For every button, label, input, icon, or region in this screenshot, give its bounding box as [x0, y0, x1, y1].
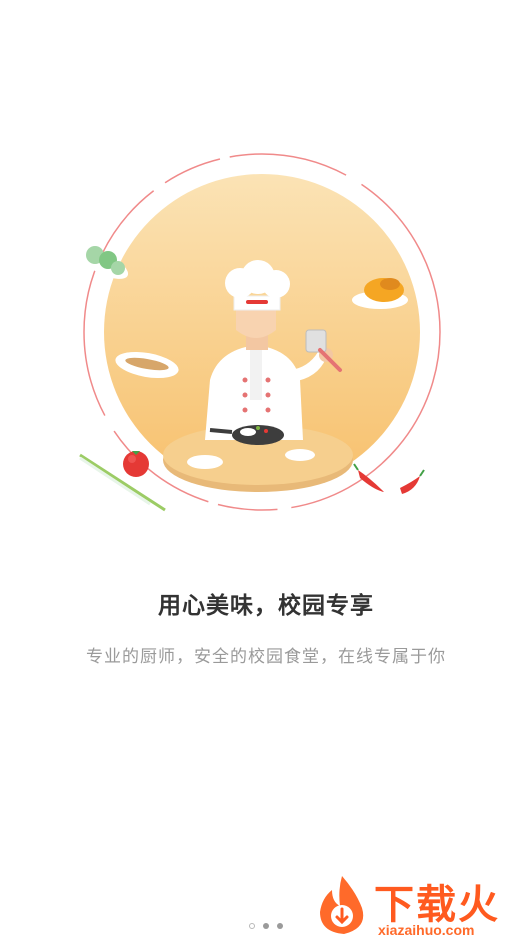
page-dot-2[interactable] — [263, 923, 269, 929]
page-dot-1[interactable] — [249, 923, 255, 929]
onboarding-headline: 用心美味，校园专享 — [158, 593, 374, 619]
plate-left — [187, 455, 223, 469]
watermark-url: xiazaihuo.com — [378, 922, 475, 938]
watermark: 下载火 xiazaihuo.com — [312, 872, 527, 944]
spatula-icon — [305, 329, 327, 353]
flame-logo-icon — [320, 876, 364, 934]
tomato-icon — [123, 451, 149, 477]
plate-right — [285, 449, 315, 461]
page-dot-3[interactable] — [277, 923, 283, 929]
scallion-icon — [79, 453, 166, 512]
onboarding-subtitle: 专业的厨师，安全的校园食堂，在线专属于你 — [86, 647, 446, 667]
chili-pepper-icon — [353, 463, 425, 494]
chef-illustration — [79, 153, 441, 512]
